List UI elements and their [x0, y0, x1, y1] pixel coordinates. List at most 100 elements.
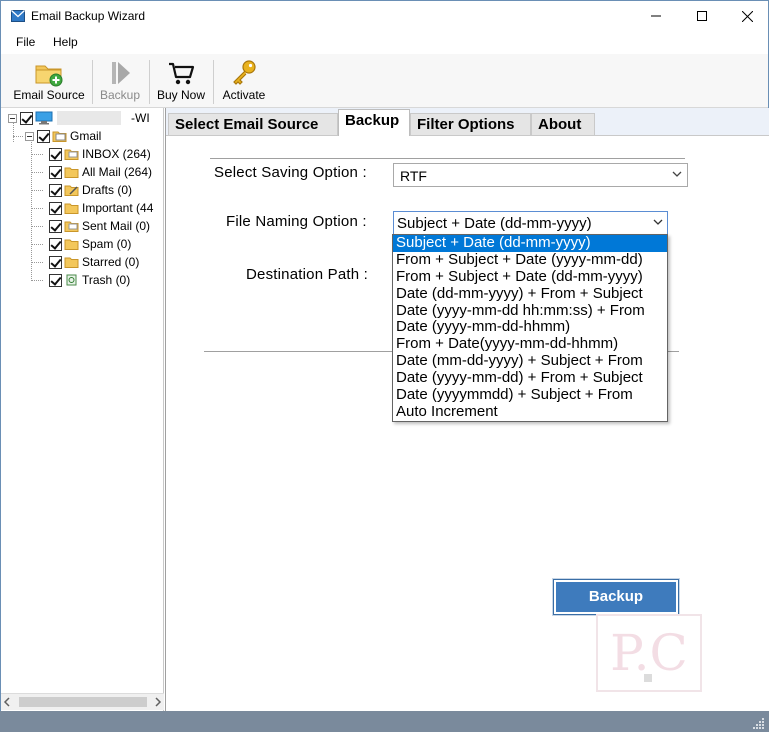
naming-option-label: File Naming Option : [226, 213, 367, 230]
backup-tab-page: Select Saving Option : RTF File Naming O… [166, 135, 769, 711]
naming-option-select[interactable]: Subject + Date (dd-mm-yyyy) [393, 211, 668, 235]
toolbar-separator [213, 60, 214, 104]
folder-label: Sent Mail (0) [82, 219, 151, 233]
folder-tree: -WI Gmail INBOX (264) All Mail (264) Dra… [1, 108, 164, 711]
saving-option-value: RTF [400, 168, 427, 184]
sent-folder-icon [64, 221, 79, 232]
destination-path-label: Destination Path : [246, 266, 369, 283]
tree-folder-spam[interactable]: Spam (0) [49, 235, 131, 253]
tree-line [31, 280, 43, 281]
folder-checkbox[interactable] [49, 165, 62, 179]
folder-checkbox[interactable] [49, 147, 62, 161]
toolbar-separator [92, 60, 93, 104]
tree-folder-starred[interactable]: Starred (0) [49, 253, 139, 271]
naming-option-item[interactable]: Date (yyyy-mm-dd) + From + Subject [393, 369, 667, 387]
folder-label: Drafts (0) [82, 183, 133, 197]
folder-checkbox[interactable] [49, 273, 62, 287]
naming-option-item[interactable]: From + Date(yyyy-mm-dd-hhmm) [393, 335, 667, 353]
title-bar: Email Backup Wizard [0, 0, 769, 31]
folder-checkbox[interactable] [49, 201, 62, 215]
minimize-button[interactable] [633, 1, 679, 31]
tree-line [31, 142, 32, 279]
naming-option-item[interactable]: Auto Increment [393, 403, 667, 421]
tree-folder-drafts[interactable]: Drafts (0) [49, 181, 132, 199]
naming-option-item[interactable]: Subject + Date (dd-mm-yyyy) [393, 235, 667, 252]
watermark-dot [644, 674, 652, 682]
key-icon [233, 60, 256, 85]
tree-line [31, 154, 43, 155]
folder-icon [64, 203, 79, 214]
chevron-down-icon [672, 171, 682, 177]
buy-now-label: Buy Now [156, 88, 206, 102]
status-bar [0, 711, 769, 732]
menu-help[interactable]: Help [53, 35, 78, 49]
play-arrow-icon [112, 62, 130, 84]
window-title: Email Backup Wizard [31, 9, 146, 23]
trash-icon [66, 274, 77, 286]
naming-option-item[interactable]: Date (mm-dd-yyyy) + Subject + From [393, 352, 667, 370]
tree-folder-important[interactable]: Important (44 [49, 199, 153, 217]
redacted-computer-name [57, 111, 121, 125]
menu-file[interactable]: File [16, 35, 35, 49]
chevron-down-icon [653, 219, 663, 225]
folder-checkbox[interactable] [49, 255, 62, 269]
naming-option-dropdown[interactable]: Subject + Date (dd-mm-yyyy) From + Subje… [392, 234, 668, 422]
folder-icon [64, 257, 79, 268]
tree-line [31, 208, 43, 209]
naming-option-item[interactable]: From + Subject + Date (yyyy-mm-dd) [393, 251, 667, 269]
naming-option-item[interactable]: Date (yyyy-mm-dd-hhmm) [393, 319, 667, 336]
close-button[interactable] [724, 1, 769, 31]
backup-toolbar-label: Backup [99, 88, 141, 102]
divider [210, 158, 685, 159]
folder-icon [64, 239, 79, 250]
saving-option-label: Select Saving Option : [214, 164, 367, 181]
toolbar: Email Source Backup Buy Now Activate [1, 54, 768, 108]
scroll-left-icon[interactable] [3, 697, 11, 707]
tree-account-row[interactable]: Gmail [25, 127, 101, 145]
naming-option-item[interactable]: Date (yyyymmdd) + Subject + From [393, 386, 667, 404]
saving-option-select[interactable]: RTF [393, 163, 688, 187]
tab-backup[interactable]: Backup [338, 109, 410, 136]
tree-root-row[interactable]: -WI [8, 109, 150, 127]
tree-folder-trash[interactable]: Trash (0) [49, 271, 130, 289]
shopping-cart-icon [169, 62, 195, 85]
tab-about[interactable]: About [531, 113, 595, 135]
tree-line [31, 262, 43, 263]
folder-checkbox[interactable] [49, 237, 62, 251]
naming-option-item[interactable]: Date (dd-mm-yyyy) + From + Subject [393, 285, 667, 303]
maximize-icon [697, 11, 707, 21]
close-icon [741, 10, 753, 22]
tree-horizontal-scrollbar[interactable] [1, 693, 164, 710]
resize-grip-icon[interactable] [753, 717, 765, 729]
backup-button[interactable]: Backup [553, 579, 679, 615]
tree-folder-inbox[interactable]: INBOX (264) [49, 145, 151, 163]
activate-label: Activate [222, 88, 266, 102]
folder-checkbox[interactable] [49, 183, 62, 197]
tree-folder-all-mail[interactable]: All Mail (264) [49, 163, 152, 181]
maximize-button[interactable] [679, 1, 725, 31]
account-checkbox[interactable] [37, 129, 50, 143]
drafts-folder-icon [64, 185, 79, 196]
scroll-right-icon[interactable] [154, 697, 162, 707]
buy-now-button[interactable]: Buy Now [151, 56, 211, 106]
tree-line [13, 136, 23, 137]
activate-button[interactable]: Activate [216, 56, 272, 106]
tab-filter-options[interactable]: Filter Options [410, 113, 531, 135]
root-checkbox[interactable] [20, 111, 33, 125]
email-source-button[interactable]: Email Source [11, 56, 87, 106]
tree-line [31, 190, 43, 191]
backup-toolbar-button[interactable]: Backup [95, 56, 145, 106]
naming-option-item[interactable]: Date (yyyy-mm-dd hh:mm:ss) + From [393, 302, 667, 320]
folder-label: Trash (0) [82, 273, 131, 287]
menu-bar: File Help [1, 31, 768, 54]
tab-select-email-source[interactable]: Select Email Source [168, 113, 338, 135]
naming-option-item[interactable]: From + Subject + Date (dd-mm-yyyy) [393, 268, 667, 286]
scrollbar-thumb[interactable] [19, 697, 147, 707]
folder-label: Spam (0) [82, 237, 132, 251]
collapse-toggle[interactable] [25, 131, 34, 141]
collapse-toggle[interactable] [8, 113, 17, 123]
naming-option-value: Subject + Date (dd-mm-yyyy) [397, 215, 592, 232]
tree-folder-sent-mail[interactable]: Sent Mail (0) [49, 217, 150, 235]
folder-checkbox[interactable] [49, 219, 62, 233]
folder-add-icon [35, 65, 63, 87]
